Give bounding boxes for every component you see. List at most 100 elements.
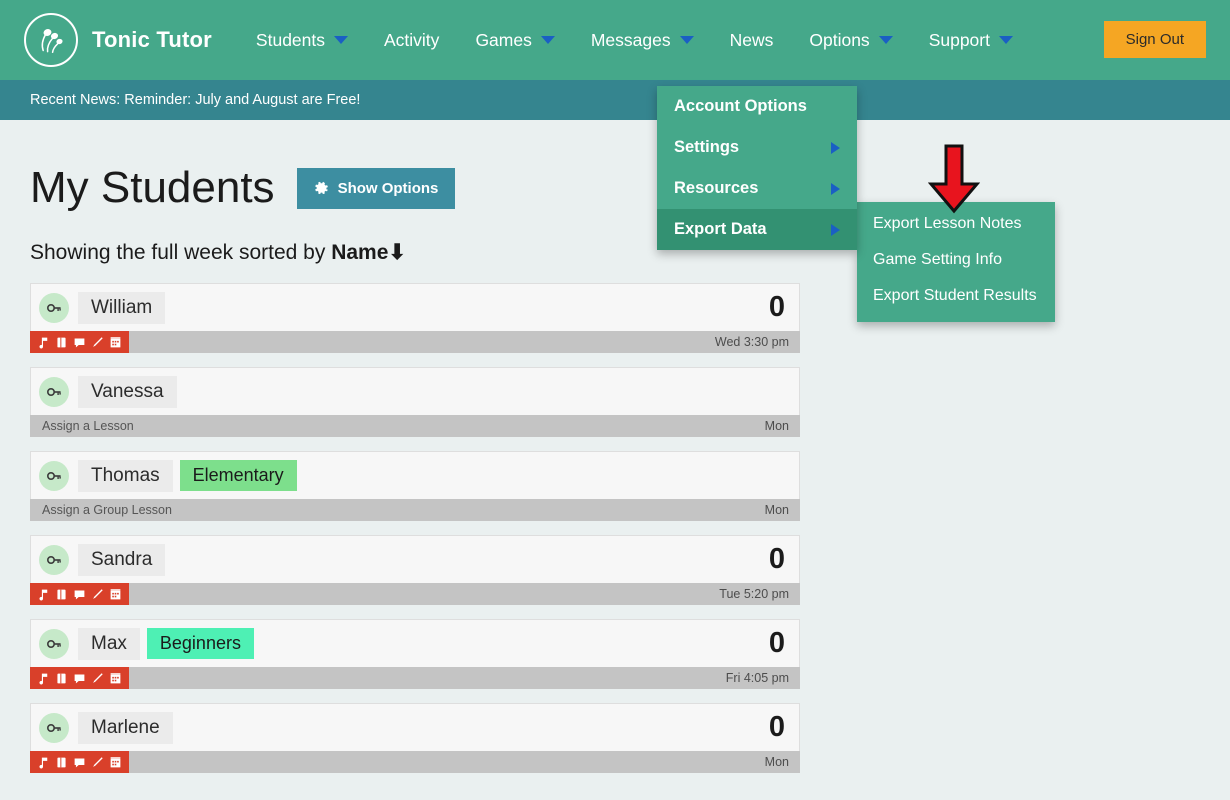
student-card-footer: Assign a Group Lesson Mon xyxy=(30,499,800,521)
student-card: Vanessa Assign a Lesson Mon xyxy=(30,367,800,437)
key-icon[interactable] xyxy=(39,713,69,743)
menu-label: Resources xyxy=(674,179,758,198)
student-name[interactable]: Thomas xyxy=(78,460,173,492)
student-card-footer: Tue 5:20 pm xyxy=(30,583,800,605)
nav-label: Options xyxy=(809,30,869,51)
book-icon[interactable] xyxy=(55,756,68,769)
student-card-footer: Mon xyxy=(30,751,800,773)
top-navbar: Tonic Tutor Students Activity Games Mess… xyxy=(0,0,1230,80)
student-card-header: Thomas Elementary xyxy=(30,451,800,499)
student-card-footer: Wed 3:30 pm xyxy=(30,331,800,353)
options-dropdown-menu: Account Options Settings Resources Expor… xyxy=(657,86,857,250)
students-list: William 0 Wed 3:30 pm xyxy=(30,283,1230,773)
student-name[interactable]: Sandra xyxy=(78,544,165,576)
student-lesson-time: Mon xyxy=(765,419,800,433)
nav-item-support[interactable]: Support xyxy=(911,24,1031,57)
menu-item-export-data[interactable]: Export Data xyxy=(657,209,857,250)
pencil-icon[interactable] xyxy=(91,672,104,685)
chevron-down-icon xyxy=(999,36,1013,44)
student-card: Thomas Elementary Assign a Group Lesson … xyxy=(30,451,800,521)
chevron-right-icon xyxy=(831,224,840,236)
menu-item-resources[interactable]: Resources xyxy=(657,168,857,209)
nav-label: Support xyxy=(929,30,990,51)
music-note-icon[interactable] xyxy=(37,336,50,349)
speech-bubble-icon[interactable] xyxy=(73,336,86,349)
chevron-down-icon xyxy=(334,36,348,44)
pencil-icon[interactable] xyxy=(91,588,104,601)
nav-item-students[interactable]: Students xyxy=(238,24,366,57)
speech-bubble-icon[interactable] xyxy=(73,672,86,685)
calendar-icon[interactable] xyxy=(109,672,122,685)
nav-label: Games xyxy=(475,30,531,51)
speech-bubble-icon[interactable] xyxy=(73,588,86,601)
menu-label: Export Data xyxy=(674,220,767,239)
student-name[interactable]: William xyxy=(78,292,165,324)
key-icon[interactable] xyxy=(39,461,69,491)
export-data-submenu: Export Lesson Notes Game Setting Info Ex… xyxy=(857,202,1055,322)
menu-item-account-options[interactable]: Account Options xyxy=(657,86,857,127)
news-text[interactable]: Recent News: Reminder: July and August a… xyxy=(30,92,360,108)
music-note-icon[interactable] xyxy=(37,756,50,769)
calendar-icon[interactable] xyxy=(109,756,122,769)
student-score: 0 xyxy=(769,293,785,322)
student-action-iconbar[interactable] xyxy=(30,331,129,353)
nav-item-messages[interactable]: Messages xyxy=(573,24,712,57)
nav-item-games[interactable]: Games xyxy=(457,24,572,57)
speech-bubble-icon[interactable] xyxy=(73,756,86,769)
student-action-iconbar[interactable] xyxy=(30,667,129,689)
assign-lesson-link[interactable]: Assign a Lesson xyxy=(30,419,134,433)
sort-field[interactable]: Name xyxy=(331,241,388,264)
calendar-icon[interactable] xyxy=(109,588,122,601)
sign-out-button[interactable]: Sign Out xyxy=(1104,21,1206,58)
student-name[interactable]: Max xyxy=(78,628,140,660)
nav-item-activity[interactable]: Activity xyxy=(366,24,457,57)
student-card: Sandra 0 Tue 5:20 pm xyxy=(30,535,800,605)
music-note-icon[interactable] xyxy=(37,672,50,685)
student-action-iconbar[interactable] xyxy=(30,583,129,605)
brand-name: Tonic Tutor xyxy=(92,27,212,53)
submenu-item-export-student-results[interactable]: Export Student Results xyxy=(857,278,1055,314)
music-note-icon[interactable] xyxy=(37,588,50,601)
key-icon[interactable] xyxy=(39,293,69,323)
nav-item-news[interactable]: News xyxy=(712,24,792,57)
student-card-header: Sandra 0 xyxy=(30,535,800,583)
assign-group-lesson-link[interactable]: Assign a Group Lesson xyxy=(30,503,172,517)
pencil-icon[interactable] xyxy=(91,336,104,349)
nav-items: Students Activity Games Messages News Op… xyxy=(238,24,1031,57)
student-lesson-time: Mon xyxy=(765,755,800,769)
book-icon[interactable] xyxy=(55,336,68,349)
calendar-icon[interactable] xyxy=(109,336,122,349)
submenu-item-export-lesson-notes[interactable]: Export Lesson Notes xyxy=(857,206,1055,242)
student-lesson-time: Tue 5:20 pm xyxy=(719,587,800,601)
student-group-badge[interactable]: Elementary xyxy=(180,460,297,491)
menu-item-settings[interactable]: Settings xyxy=(657,127,857,168)
student-card-header: Max Beginners 0 xyxy=(30,619,800,667)
student-name[interactable]: Marlene xyxy=(78,712,173,744)
student-card-header: Marlene 0 xyxy=(30,703,800,751)
music-notes-circle-logo xyxy=(24,13,78,67)
student-name[interactable]: Vanessa xyxy=(78,376,177,408)
submenu-item-game-setting-info[interactable]: Game Setting Info xyxy=(857,242,1055,278)
brand[interactable]: Tonic Tutor xyxy=(24,13,212,67)
student-group-badge[interactable]: Beginners xyxy=(147,628,254,659)
nav-item-options[interactable]: Options xyxy=(791,24,910,57)
student-action-iconbar[interactable] xyxy=(30,751,129,773)
key-icon[interactable] xyxy=(39,377,69,407)
student-lesson-time: Wed 3:30 pm xyxy=(715,335,800,349)
menu-label: Settings xyxy=(674,138,739,157)
book-icon[interactable] xyxy=(55,588,68,601)
pencil-icon[interactable] xyxy=(91,756,104,769)
key-icon[interactable] xyxy=(39,629,69,659)
key-icon[interactable] xyxy=(39,545,69,575)
arrow-down-icon[interactable]: ⬇ xyxy=(388,241,406,264)
book-icon[interactable] xyxy=(55,672,68,685)
chevron-right-icon xyxy=(831,142,840,154)
chevron-down-icon xyxy=(879,36,893,44)
nav-label: Activity xyxy=(384,30,439,51)
gear-icon xyxy=(314,181,329,196)
news-bar: Recent News: Reminder: July and August a… xyxy=(0,80,1230,120)
student-score: 0 xyxy=(769,713,785,742)
student-card: Marlene 0 Mon xyxy=(30,703,800,773)
show-options-button[interactable]: Show Options xyxy=(297,168,456,209)
nav-label: News xyxy=(730,30,774,51)
